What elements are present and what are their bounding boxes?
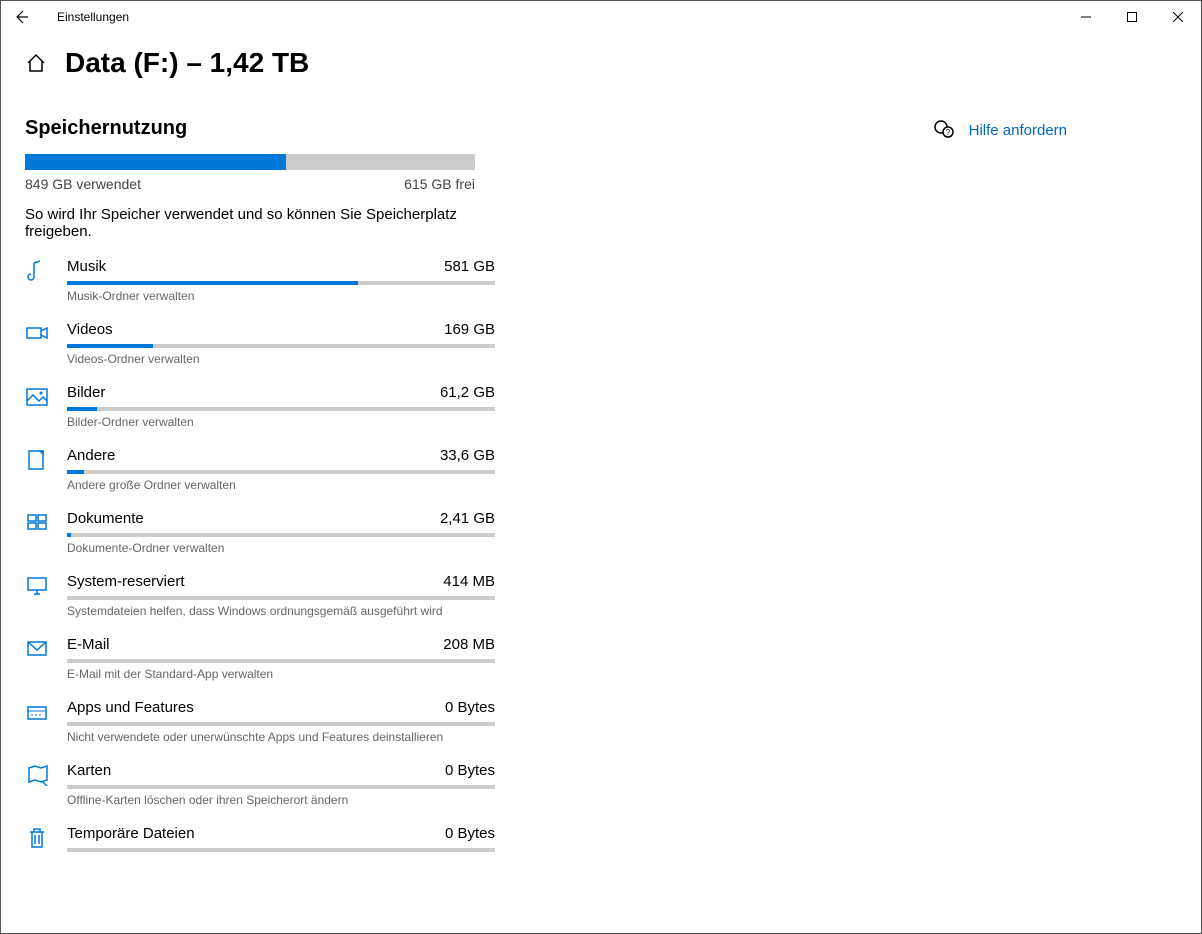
maps-icon	[25, 764, 53, 786]
category-trash[interactable]: Temporäre Dateien 0 Bytes	[25, 825, 495, 856]
category-label: E-Mail	[67, 636, 110, 653]
category-bar	[67, 848, 495, 852]
category-bar	[67, 722, 495, 726]
category-sub: Musik-Ordner verwalten	[67, 289, 495, 303]
category-bar	[67, 785, 495, 789]
category-size: 414 MB	[443, 573, 495, 590]
used-label: 849 GB verwendet	[25, 176, 141, 192]
category-music[interactable]: Musik 581 GB Musik-Ordner verwalten	[25, 258, 495, 303]
category-size: 2,41 GB	[440, 510, 495, 527]
description-text: So wird Ihr Speicher verwendet und so kö…	[25, 206, 475, 240]
pictures-icon	[25, 386, 53, 408]
category-label: Musik	[67, 258, 106, 275]
category-label: Temporäre Dateien	[67, 825, 195, 842]
category-sub: Videos-Ordner verwalten	[67, 352, 495, 366]
category-size: 208 MB	[443, 636, 495, 653]
category-bar	[67, 407, 495, 411]
category-sub: Systemdateien helfen, dass Windows ordnu…	[67, 604, 495, 618]
music-icon	[25, 260, 53, 282]
trash-icon	[25, 827, 53, 849]
help-label: Hilfe anfordern	[969, 122, 1067, 139]
system-icon	[25, 575, 53, 597]
apps-icon	[25, 701, 53, 723]
close-button[interactable]	[1155, 1, 1201, 33]
category-bar	[67, 659, 495, 663]
category-label: Karten	[67, 762, 111, 779]
help-icon	[933, 119, 955, 141]
category-label: Videos	[67, 321, 113, 338]
category-label: Bilder	[67, 384, 105, 401]
category-bar	[67, 344, 495, 348]
docs-icon	[25, 512, 53, 534]
category-size: 169 GB	[444, 321, 495, 338]
category-size: 0 Bytes	[445, 699, 495, 716]
other-icon	[25, 449, 53, 471]
category-sub: Offline-Karten löschen oder ihren Speich…	[67, 793, 495, 807]
category-bar	[67, 281, 495, 285]
category-pictures[interactable]: Bilder 61,2 GB Bilder-Ordner verwalten	[25, 384, 495, 429]
category-label: System-reserviert	[67, 573, 185, 590]
category-size: 581 GB	[444, 258, 495, 275]
category-apps[interactable]: Apps und Features 0 Bytes Nicht verwendete…	[25, 699, 495, 744]
category-size: 33,6 GB	[440, 447, 495, 464]
category-sub: Dokumente-Ordner verwalten	[67, 541, 495, 555]
category-size: 61,2 GB	[440, 384, 495, 401]
help-link[interactable]: Hilfe anfordern	[933, 119, 1067, 141]
category-sub: Bilder-Ordner verwalten	[67, 415, 495, 429]
titlebar: Einstellungen	[1, 1, 1201, 33]
category-size: 0 Bytes	[445, 762, 495, 779]
category-label: Dokumente	[67, 510, 144, 527]
back-button[interactable]	[1, 1, 41, 33]
window-title: Einstellungen	[57, 10, 129, 24]
category-video[interactable]: Videos 169 GB Videos-Ordner verwalten	[25, 321, 495, 366]
category-sub: Nicht verwendete oder unerwünschte Apps …	[67, 730, 495, 744]
category-sub: Andere große Ordner verwalten	[67, 478, 495, 492]
maximize-button[interactable]	[1109, 1, 1155, 33]
page-title: Data (F:) – 1,42 TB	[65, 47, 309, 79]
category-label: Apps und Features	[67, 699, 194, 716]
storage-bar	[25, 154, 475, 170]
category-bar	[67, 533, 495, 537]
category-bar	[67, 596, 495, 600]
category-other[interactable]: Andere 33,6 GB Andere große Ordner verwalt…	[25, 447, 495, 492]
category-system[interactable]: System-reserviert 414 MB Systemdateien hel…	[25, 573, 495, 618]
mail-icon	[25, 638, 53, 660]
category-docs[interactable]: Dokumente 2,41 GB Dokumente-Ordner verwalt…	[25, 510, 495, 555]
category-bar	[67, 470, 495, 474]
category-mail[interactable]: E-Mail 208 MB E-Mail mit der Standard-App …	[25, 636, 495, 681]
minimize-button[interactable]	[1063, 1, 1109, 33]
category-label: Andere	[67, 447, 115, 464]
video-icon	[25, 323, 53, 345]
category-maps[interactable]: Karten 0 Bytes Offline-Karten löschen oder…	[25, 762, 495, 807]
category-sub: E-Mail mit der Standard-App verwalten	[67, 667, 495, 681]
section-title: Speichernutzung	[25, 117, 495, 140]
free-label: 615 GB frei	[404, 176, 475, 192]
category-size: 0 Bytes	[445, 825, 495, 842]
home-icon[interactable]	[25, 52, 47, 74]
